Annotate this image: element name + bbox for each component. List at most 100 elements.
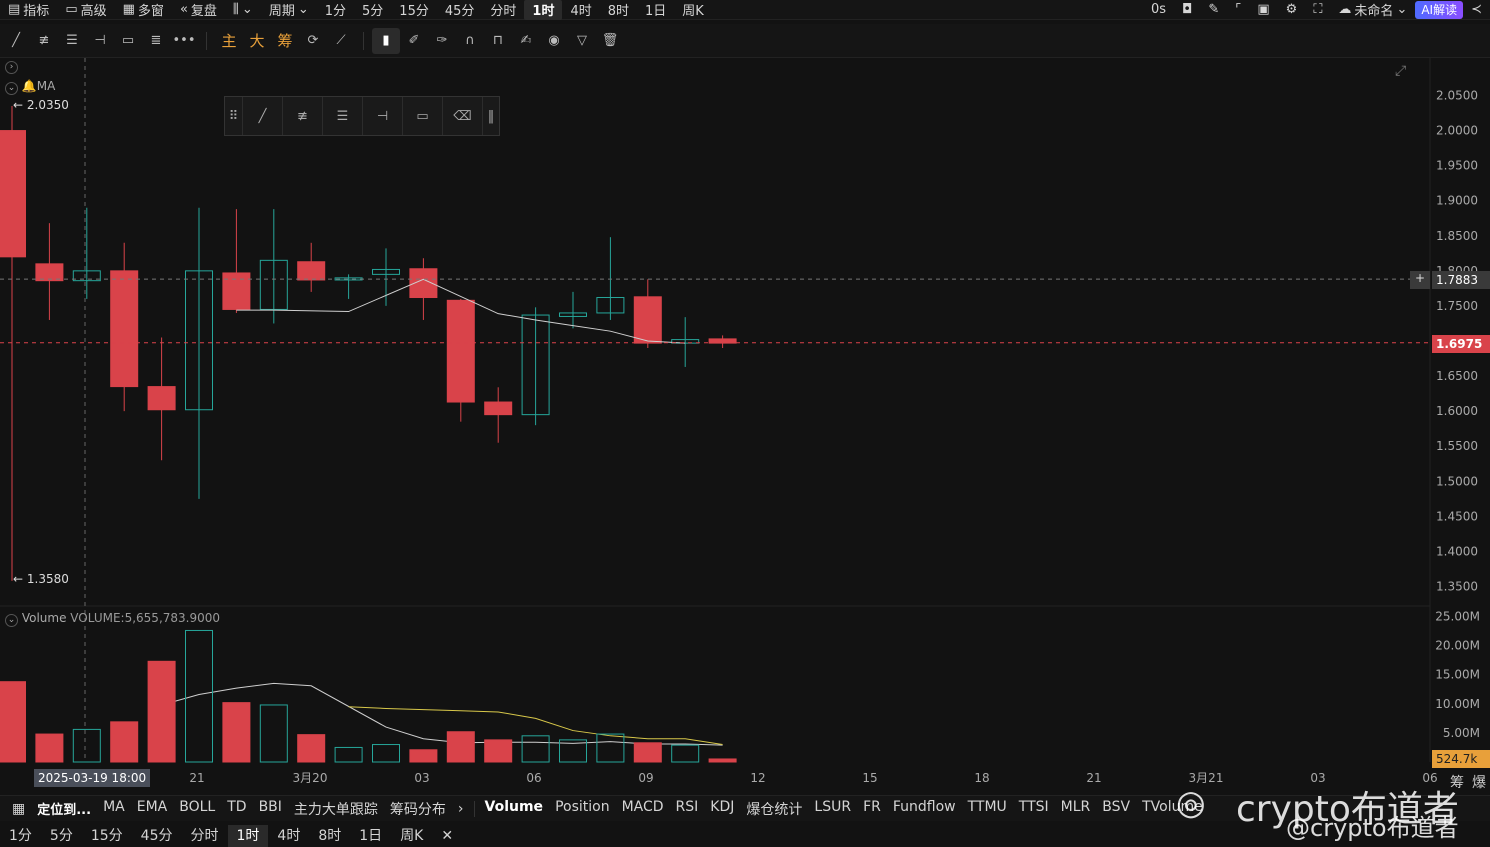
pencil-icon[interactable]: ✎ bbox=[1200, 0, 1227, 20]
magnet-icon[interactable]: ∩ bbox=[456, 28, 484, 54]
share-icon[interactable]: ≺ bbox=[1463, 0, 1490, 20]
sub-indicator-3[interactable]: RSI bbox=[670, 799, 705, 819]
sub-indicator-0[interactable]: Volume bbox=[479, 799, 550, 819]
sub-indicator-6[interactable]: LSUR bbox=[808, 799, 857, 819]
liquidation-side-button[interactable]: 爆 bbox=[1472, 772, 1486, 792]
drag-handle-icon[interactable]: ⠿ bbox=[225, 97, 243, 135]
rectangle-icon[interactable]: ▭ bbox=[403, 97, 443, 135]
top-period-4[interactable]: 分时 bbox=[482, 0, 524, 20]
sub-indicator-12[interactable]: BSV bbox=[1096, 799, 1136, 819]
edit-icon[interactable]: ✍ bbox=[512, 28, 540, 54]
sync-icon[interactable]: ⟳ bbox=[299, 28, 327, 54]
eraser-icon[interactable]: ⌫ bbox=[443, 97, 483, 135]
trendline-icon[interactable]: ╱ bbox=[2, 28, 30, 54]
main-indicator-4[interactable]: BBI bbox=[253, 799, 288, 819]
rectangle-icon[interactable]: ▭ bbox=[114, 28, 142, 54]
replay-button[interactable]: «复盘 bbox=[172, 0, 225, 20]
bottom-period-7[interactable]: 8时 bbox=[309, 825, 350, 847]
horizontal-lines-icon[interactable]: ☰ bbox=[323, 97, 363, 135]
bottom-period-0[interactable]: 1分 bbox=[0, 825, 41, 847]
horizontal-lines-icon[interactable]: ☰ bbox=[58, 28, 86, 54]
filter-icon[interactable]: ▽ bbox=[568, 28, 596, 54]
volume-axis: 25.00M 20.00M 15.00M 10.00M 5.00M bbox=[1435, 610, 1480, 740]
overlay bbox=[0, 58, 1430, 762]
ai-button[interactable]: AI解读 bbox=[1415, 0, 1464, 19]
main-force-button[interactable]: 主 bbox=[215, 28, 243, 54]
main-indicator-3[interactable]: TD bbox=[221, 799, 252, 819]
top-period-5[interactable]: 1时 bbox=[524, 0, 563, 20]
top-period-8[interactable]: 1日 bbox=[637, 0, 674, 20]
sub-indicator-11[interactable]: MLR bbox=[1055, 799, 1097, 819]
more-icon[interactable]: ••• bbox=[170, 28, 198, 54]
eye-icon[interactable]: ◉ bbox=[540, 28, 568, 54]
locate-button[interactable]: 定位到... bbox=[31, 799, 97, 818]
main-indicator-6[interactable]: 筹码分布 bbox=[384, 799, 452, 819]
top-period-2[interactable]: 15分 bbox=[391, 0, 437, 20]
bookmark-icon[interactable]: ▮ bbox=[372, 27, 400, 54]
fib-icon[interactable]: ≣ bbox=[142, 28, 170, 54]
fullscreen-icon[interactable]: ⛶ bbox=[1305, 0, 1330, 20]
period-button[interactable]: 周期 ⌄ bbox=[261, 0, 317, 20]
large-order-button[interactable]: 大 bbox=[243, 28, 271, 54]
sub-indicator-5[interactable]: 爆仓统计 bbox=[740, 799, 808, 819]
bottom-period-3[interactable]: 45分 bbox=[132, 825, 182, 847]
layout-name-button[interactable]: ☁ 未命名 ⌄ bbox=[1330, 0, 1415, 20]
add-alert-icon[interactable]: + bbox=[1410, 271, 1430, 289]
chevron-down-icon[interactable]: ⌄ bbox=[5, 614, 18, 627]
horizontal-ray-icon[interactable]: ⊣ bbox=[86, 28, 114, 54]
collapse-handle-icon[interactable]: ‖ bbox=[483, 97, 499, 135]
highlighter-icon[interactable]: ✑ bbox=[428, 28, 456, 54]
sub-indicator-10[interactable]: TTSI bbox=[1013, 799, 1055, 819]
crop-icon[interactable]: ⌜ bbox=[1227, 0, 1249, 20]
parallel-lines-icon[interactable]: ≢ bbox=[30, 28, 58, 54]
chip-side-button[interactable]: 筹 bbox=[1450, 772, 1464, 792]
indicators-button[interactable]: ▤ 指标 bbox=[0, 0, 57, 20]
chevron-right-icon[interactable]: › bbox=[452, 801, 470, 817]
camera-icon[interactable]: ◘ bbox=[1174, 0, 1200, 20]
collapse-icon[interactable]: › bbox=[5, 61, 18, 74]
bottom-period-9[interactable]: 周K bbox=[391, 825, 432, 847]
expand-icon[interactable]: ⤢ bbox=[1395, 63, 1406, 79]
bottom-period-4[interactable]: 分时 bbox=[182, 825, 228, 847]
sub-indicator-2[interactable]: MACD bbox=[616, 799, 670, 819]
top-period-6[interactable]: 4时 bbox=[562, 0, 599, 20]
top-period-7[interactable]: 8时 bbox=[600, 0, 637, 20]
main-indicator-1[interactable]: EMA bbox=[131, 799, 174, 819]
sub-indicator-7[interactable]: FR bbox=[857, 799, 887, 819]
sub-indicator-8[interactable]: Fundflow bbox=[887, 799, 962, 819]
chart-type-button[interactable]: ⫼ ⌄ bbox=[225, 0, 261, 20]
top-period-3[interactable]: 45分 bbox=[437, 0, 483, 20]
top-period-1[interactable]: 5分 bbox=[354, 0, 391, 20]
lock-icon[interactable]: ⊓ bbox=[484, 28, 512, 54]
ma-toggle[interactable]: ⌄ 🔔MA bbox=[5, 79, 55, 95]
layout-icon[interactable]: ▣ bbox=[1249, 0, 1277, 20]
chip-button[interactable]: 筹 bbox=[271, 28, 299, 54]
bottom-period-8[interactable]: 1日 bbox=[350, 825, 391, 847]
trendline-icon[interactable]: ╱ bbox=[243, 97, 283, 135]
bottom-period-2[interactable]: 15分 bbox=[82, 825, 132, 847]
sub-indicator-1[interactable]: Position bbox=[549, 799, 616, 819]
calendar-icon[interactable]: ▦ bbox=[6, 801, 31, 817]
sub-indicator-13[interactable]: TVolume bbox=[1136, 799, 1209, 819]
trash-icon[interactable]: 🗑 bbox=[596, 28, 624, 54]
advanced-button[interactable]: ▭ 高级 bbox=[57, 0, 114, 20]
bottom-period-6[interactable]: 4时 bbox=[268, 825, 309, 847]
measure-icon[interactable]: ⟋ bbox=[327, 28, 355, 54]
bottom-period-5[interactable]: 1时 bbox=[227, 824, 269, 847]
main-indicator-5[interactable]: 主力大单跟踪 bbox=[288, 799, 384, 819]
sub-indicator-4[interactable]: KDJ bbox=[704, 799, 740, 819]
main-indicator-0[interactable]: MA bbox=[97, 799, 131, 819]
main-indicator-2[interactable]: BOLL bbox=[173, 799, 221, 819]
close-icon[interactable]: ✕ bbox=[432, 825, 462, 847]
bottom-period-1[interactable]: 5分 bbox=[41, 825, 82, 847]
sub-indicator-9[interactable]: TTMU bbox=[962, 799, 1013, 819]
brush-icon[interactable]: ✐ bbox=[400, 28, 428, 54]
volume-bar-14 bbox=[521, 735, 550, 763]
gear-icon[interactable]: ⚙ bbox=[1278, 0, 1306, 20]
top-period-0[interactable]: 1分 bbox=[317, 0, 354, 20]
horizontal-ray-icon[interactable]: ⊣ bbox=[363, 97, 403, 135]
top-period-9[interactable]: 周K bbox=[674, 0, 712, 20]
parallel-lines-icon[interactable]: ≢ bbox=[283, 97, 323, 135]
chart-canvas[interactable]: 2.05002.00001.95001.90001.85001.80001.75… bbox=[0, 58, 1490, 795]
multi-window-button[interactable]: ▦ 多窗 bbox=[115, 0, 172, 20]
